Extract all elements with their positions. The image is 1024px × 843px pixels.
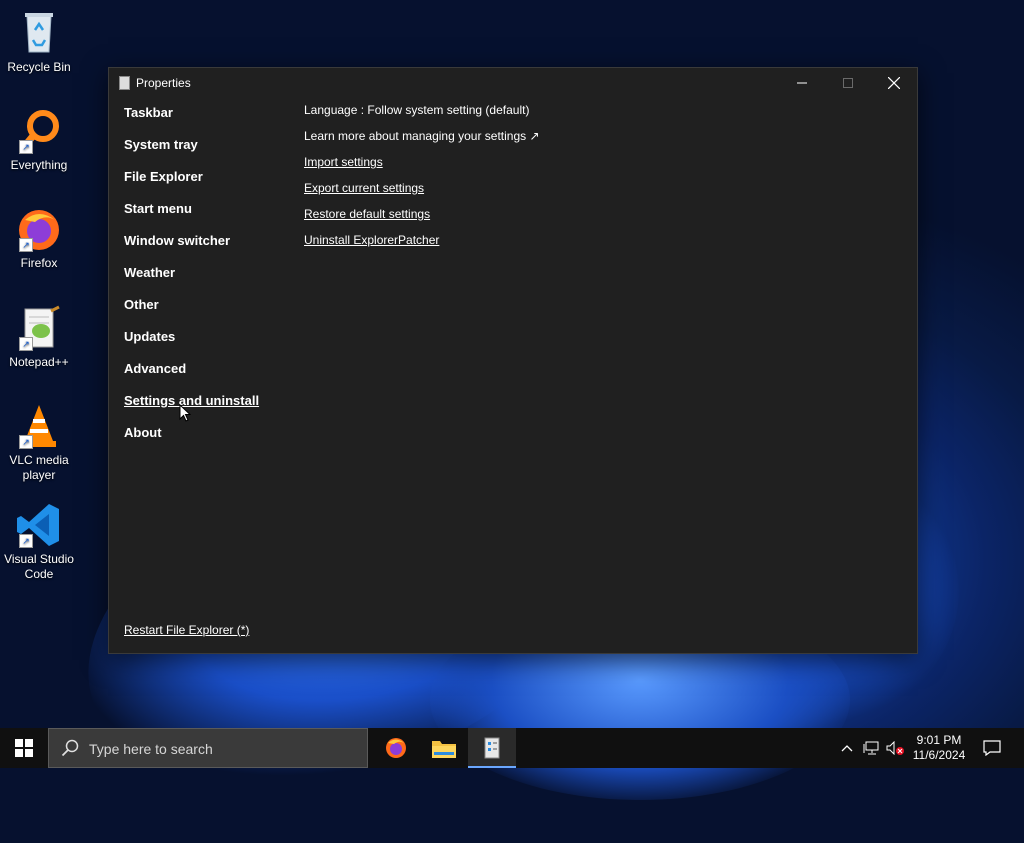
network-icon (863, 741, 879, 755)
vlc-cone-icon: ↗ (15, 403, 63, 449)
search-placeholder: Type here to search (89, 741, 213, 757)
clock-date: 11/6/2024 (912, 748, 966, 762)
nav-item-file-explorer[interactable]: File Explorer (124, 168, 259, 200)
nav-item-advanced[interactable]: Advanced (124, 360, 259, 392)
taskbar: Type here to search 9:01 PM 11/6/2024 (0, 728, 1024, 768)
desktop-icon-notepad-plus-plus[interactable]: ↗ Notepad++ (2, 305, 76, 370)
app-icon (119, 76, 130, 90)
desktop-icon-label: Notepad++ (9, 355, 69, 369)
taskbar-search-box[interactable]: Type here to search (48, 728, 368, 768)
properties-app-icon (484, 737, 500, 759)
close-button[interactable] (871, 68, 917, 98)
settings-content: Language : Follow system setting (defaul… (304, 102, 540, 258)
shortcut-arrow-icon: ↗ (19, 238, 33, 252)
windows-logo-icon (15, 739, 33, 757)
taskbar-properties-app[interactable] (468, 728, 516, 768)
desktop-icon-everything[interactable]: ↗ Everything (2, 108, 76, 173)
nav-item-weather[interactable]: Weather (124, 264, 259, 296)
window-title: Properties (136, 76, 191, 90)
clock-time: 9:01 PM (916, 733, 962, 747)
notification-icon (983, 740, 1001, 756)
notifications-button[interactable] (978, 728, 1006, 768)
search-icon (61, 739, 79, 757)
title-bar[interactable]: Properties (109, 68, 917, 98)
desktop-icon-vscode[interactable]: ↗ Visual Studio Code (2, 502, 76, 582)
restart-explorer-link[interactable]: Restart File Explorer (*) (124, 623, 249, 637)
import-settings-link[interactable]: Import settings (304, 154, 540, 180)
restore-defaults-link[interactable]: Restore default settings (304, 206, 540, 232)
nav-item-taskbar[interactable]: Taskbar (124, 104, 259, 136)
minimize-button[interactable] (779, 68, 825, 98)
taskbar-file-explorer[interactable] (420, 728, 468, 768)
chevron-up-icon (841, 745, 853, 752)
taskbar-clock[interactable]: 9:01 PM 11/6/2024 (902, 733, 976, 763)
settings-nav: Taskbar System tray File Explorer Start … (124, 104, 259, 456)
shortcut-arrow-icon: ↗ (19, 534, 33, 548)
shortcut-arrow-icon: ↗ (19, 140, 33, 154)
nav-item-settings-and-uninstall[interactable]: Settings and uninstall (124, 392, 259, 424)
folder-icon (432, 741, 456, 758)
close-icon (888, 77, 900, 89)
nav-item-other[interactable]: Other (124, 296, 259, 328)
learn-more-link[interactable]: Learn more about managing your settings … (304, 128, 540, 154)
desktop-icon-label: Visual Studio Code (4, 552, 74, 581)
shortcut-arrow-icon: ↗ (19, 435, 33, 449)
show-hidden-icons-button[interactable] (836, 728, 858, 768)
vscode-icon: ↗ (15, 502, 63, 548)
language-setting[interactable]: Language : Follow system setting (defaul… (304, 102, 540, 128)
desktop-icon-label: Everything (10, 158, 68, 172)
nav-item-window-switcher[interactable]: Window switcher (124, 232, 259, 264)
nav-item-start-menu[interactable]: Start menu (124, 200, 259, 232)
export-settings-link[interactable]: Export current settings (304, 180, 540, 206)
desktop-icon-label: Recycle Bin (7, 60, 71, 74)
uninstall-link[interactable]: Uninstall ExplorerPatcher (304, 232, 540, 258)
desktop-icon-firefox[interactable]: ↗ Firefox (2, 206, 76, 271)
properties-window: Properties Taskbar System tray File Expl… (108, 67, 918, 654)
desktop-icon-label: VLC media player (9, 453, 69, 482)
notepad-plus-plus-icon: ↗ (15, 305, 63, 351)
desktop-icon-recycle-bin[interactable]: Recycle Bin (2, 10, 76, 75)
recycle-bin-icon (15, 10, 63, 56)
firefox-icon (386, 738, 406, 758)
start-button[interactable] (0, 728, 48, 768)
desktop-icon-vlc[interactable]: ↗ VLC media player (2, 403, 76, 483)
network-tray-button[interactable] (860, 728, 882, 768)
maximize-icon (843, 78, 853, 88)
maximize-button[interactable] (825, 68, 871, 98)
shortcut-arrow-icon: ↗ (19, 337, 33, 351)
nav-item-updates[interactable]: Updates (124, 328, 259, 360)
nav-item-system-tray[interactable]: System tray (124, 136, 259, 168)
desktop-icon-label: Firefox (20, 256, 58, 270)
taskbar-firefox[interactable] (372, 728, 420, 768)
nav-item-about[interactable]: About (124, 424, 259, 456)
everything-icon: ↗ (15, 108, 63, 154)
firefox-icon: ↗ (15, 206, 63, 252)
minimize-icon (797, 82, 807, 84)
